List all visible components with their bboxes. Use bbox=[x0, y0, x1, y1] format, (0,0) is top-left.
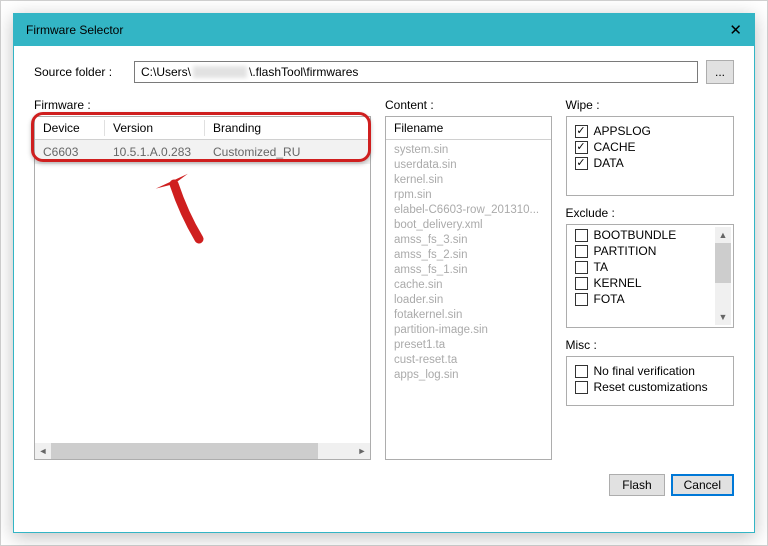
browse-button[interactable]: ... bbox=[706, 60, 734, 84]
scroll-down-icon[interactable]: ▼ bbox=[715, 309, 731, 325]
scroll-thumb[interactable] bbox=[715, 243, 731, 283]
list-item[interactable]: preset1.ta bbox=[386, 337, 551, 352]
list-item[interactable]: userdata.sin bbox=[386, 157, 551, 172]
checkbox-label: TA bbox=[594, 260, 608, 274]
checkbox-label: DATA bbox=[594, 156, 624, 170]
firmware-cell-device: C6603 bbox=[35, 142, 105, 162]
misc-section-label: Misc : bbox=[566, 338, 734, 352]
wipe-data-row[interactable]: DATA bbox=[575, 155, 725, 171]
scroll-track[interactable] bbox=[51, 443, 354, 459]
source-path-suffix: \.flashTool\firmwares bbox=[249, 65, 358, 79]
list-item[interactable]: apps_log.sin bbox=[386, 367, 551, 382]
firmware-body: C6603 10.5.1.A.0.283 Customized_RU bbox=[35, 140, 370, 442]
list-item[interactable]: amss_fs_3.sin bbox=[386, 232, 551, 247]
source-path-prefix: C:\Users\ bbox=[141, 65, 191, 79]
firmware-column: Firmware : Device Version Branding C6603… bbox=[34, 98, 371, 460]
list-item[interactable]: kernel.sin bbox=[386, 172, 551, 187]
firmware-row[interactable]: C6603 10.5.1.A.0.283 Customized_RU bbox=[35, 140, 370, 164]
list-item[interactable]: cust-reset.ta bbox=[386, 352, 551, 367]
checkbox-label: BOOTBUNDLE bbox=[594, 228, 677, 242]
misc-panel: No final verification Reset customizatio… bbox=[566, 356, 734, 406]
checkbox-label: KERNEL bbox=[594, 276, 642, 290]
checkbox-label: No final verification bbox=[594, 364, 695, 378]
checkbox-label: APPSLOG bbox=[594, 124, 651, 138]
dialog-window: Firmware Selector ✕ Source folder : C:\U… bbox=[13, 13, 755, 533]
firmware-panel: Device Version Branding C6603 10.5.1.A.0… bbox=[34, 116, 371, 460]
exclude-ta-row[interactable]: TA bbox=[575, 259, 715, 275]
scroll-left-icon[interactable]: ◄ bbox=[35, 443, 51, 459]
checkbox-icon[interactable] bbox=[575, 245, 588, 258]
list-item[interactable]: partition-image.sin bbox=[386, 322, 551, 337]
wipe-panel: APPSLOG CACHE DATA bbox=[566, 116, 734, 196]
ellipsis-icon: ... bbox=[715, 65, 725, 79]
source-folder-input[interactable]: C:\Users\ \.flashTool\firmwares bbox=[134, 61, 698, 83]
misc-reset-row[interactable]: Reset customizations bbox=[575, 379, 725, 395]
checkbox-icon[interactable] bbox=[575, 293, 588, 306]
exclude-partition-row[interactable]: PARTITION bbox=[575, 243, 715, 259]
firmware-cell-version: 10.5.1.A.0.283 bbox=[105, 142, 205, 162]
checkbox-icon[interactable] bbox=[575, 141, 588, 154]
checkbox-icon[interactable] bbox=[575, 157, 588, 170]
checkbox-icon[interactable] bbox=[575, 277, 588, 290]
checkbox-label: PARTITION bbox=[594, 244, 657, 258]
flash-button[interactable]: Flash bbox=[609, 474, 664, 496]
checkbox-label: Reset customizations bbox=[594, 380, 708, 394]
scroll-track[interactable] bbox=[715, 243, 731, 309]
dialog-body: Source folder : C:\Users\ \.flashTool\fi… bbox=[14, 46, 754, 510]
right-column: Wipe : APPSLOG CACHE DATA Exclude : BOOT… bbox=[566, 98, 734, 460]
col-header-branding[interactable]: Branding bbox=[205, 117, 355, 139]
checkbox-icon[interactable] bbox=[575, 381, 588, 394]
exclude-panel: BOOTBUNDLE PARTITION TA KERNEL FOTA ▲ ▼ bbox=[566, 224, 734, 328]
content-header-filename[interactable]: Filename bbox=[386, 117, 551, 140]
list-item[interactable]: amss_fs_2.sin bbox=[386, 247, 551, 262]
content-column: Content : Filename system.sin userdata.s… bbox=[385, 98, 552, 460]
list-item[interactable]: loader.sin bbox=[386, 292, 551, 307]
exclude-bootbundle-row[interactable]: BOOTBUNDLE bbox=[575, 227, 715, 243]
list-item[interactable]: system.sin bbox=[386, 142, 551, 157]
list-item[interactable]: boot_delivery.xml bbox=[386, 217, 551, 232]
exclude-kernel-row[interactable]: KERNEL bbox=[575, 275, 715, 291]
checkbox-icon[interactable] bbox=[575, 365, 588, 378]
list-item[interactable]: fotakernel.sin bbox=[386, 307, 551, 322]
titlebar: Firmware Selector ✕ bbox=[14, 14, 754, 46]
list-item[interactable]: rpm.sin bbox=[386, 187, 551, 202]
scroll-up-icon[interactable]: ▲ bbox=[715, 227, 731, 243]
wipe-appslog-row[interactable]: APPSLOG bbox=[575, 123, 725, 139]
scroll-thumb[interactable] bbox=[51, 443, 318, 459]
exclude-vertical-scrollbar[interactable]: ▲ ▼ bbox=[715, 227, 731, 325]
main-columns: Firmware : Device Version Branding C6603… bbox=[34, 98, 734, 460]
content-panel: Filename system.sin userdata.sin kernel.… bbox=[385, 116, 552, 460]
wipe-cache-row[interactable]: CACHE bbox=[575, 139, 725, 155]
cancel-button[interactable]: Cancel bbox=[671, 474, 734, 496]
source-folder-row: Source folder : C:\Users\ \.flashTool\fi… bbox=[34, 60, 734, 84]
misc-noverif-row[interactable]: No final verification bbox=[575, 363, 725, 379]
checkbox-icon[interactable] bbox=[575, 261, 588, 274]
exclude-fota-row[interactable]: FOTA bbox=[575, 291, 715, 307]
firmware-cell-branding: Customized_RU bbox=[205, 142, 355, 162]
window-title: Firmware Selector bbox=[26, 23, 123, 37]
content-file-list: system.sin userdata.sin kernel.sin rpm.s… bbox=[386, 140, 551, 384]
footer: Flash Cancel bbox=[34, 474, 734, 496]
scroll-right-icon[interactable]: ► bbox=[354, 443, 370, 459]
exclude-section-label: Exclude : bbox=[566, 206, 734, 220]
outer-frame: Firmware Selector ✕ Source folder : C:\U… bbox=[0, 0, 768, 546]
checkbox-icon[interactable] bbox=[575, 229, 588, 242]
content-section-label: Content : bbox=[385, 98, 552, 112]
checkbox-icon[interactable] bbox=[575, 125, 588, 138]
source-folder-label: Source folder : bbox=[34, 65, 126, 79]
wipe-section-label: Wipe : bbox=[566, 98, 734, 112]
list-item[interactable]: cache.sin bbox=[386, 277, 551, 292]
firmware-section-label: Firmware : bbox=[34, 98, 371, 112]
firmware-horizontal-scrollbar[interactable]: ◄ ► bbox=[35, 443, 370, 459]
col-header-device[interactable]: Device bbox=[35, 117, 105, 139]
checkbox-label: CACHE bbox=[594, 140, 636, 154]
checkbox-label: FOTA bbox=[594, 292, 625, 306]
redacted-segment bbox=[193, 66, 247, 78]
col-header-version[interactable]: Version bbox=[105, 117, 205, 139]
close-button[interactable]: ✕ bbox=[729, 23, 742, 38]
firmware-header-row: Device Version Branding bbox=[35, 117, 370, 140]
exclude-items: BOOTBUNDLE PARTITION TA KERNEL FOTA bbox=[575, 227, 715, 325]
list-item[interactable]: amss_fs_1.sin bbox=[386, 262, 551, 277]
list-item[interactable]: elabel-C6603-row_201310... bbox=[386, 202, 551, 217]
